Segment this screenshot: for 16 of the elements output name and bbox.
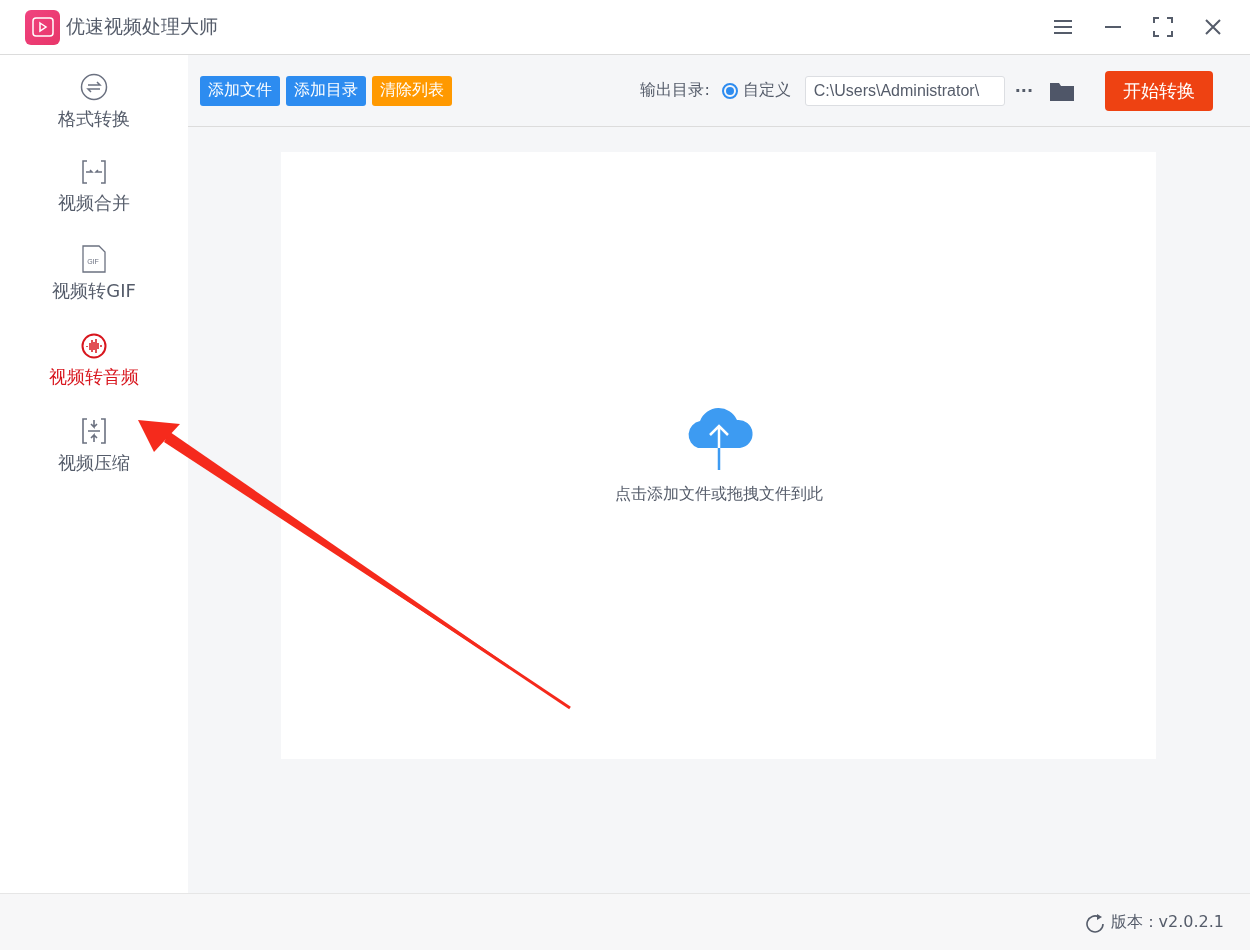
radio-label[interactable]: 自定义 [742,80,791,101]
sidebar-item[interactable]: 视频转GIF [52,279,136,303]
output-label: 输出目录: [640,80,710,101]
more-button[interactable]: ··· [1014,81,1033,100]
sidebar-item[interactable]: 视频转音频 [49,365,139,389]
drop-hint: 点击添加文件或拖拽文件到此 [614,484,823,505]
sidebar-item[interactable]: 视频压缩 [58,451,130,475]
drop-zone[interactable]: 点击添加文件或拖拽文件到此 [281,152,1156,759]
toolbar-button[interactable]: 添加目录 [286,75,366,106]
window-title: 优速视频处理大师 [66,14,218,39]
version-label: 版本：v2.0.2.1 [1110,912,1224,933]
path-field[interactable]: C:\Users\Administrator\ [804,75,1005,106]
start-button[interactable]: 开始转换 [1105,70,1213,111]
sidebar-item[interactable]: 视频合并 [58,191,130,215]
toolbar-button[interactable]: 添加文件 [200,75,280,106]
sidebar-item[interactable]: 格式转换 [58,107,130,131]
